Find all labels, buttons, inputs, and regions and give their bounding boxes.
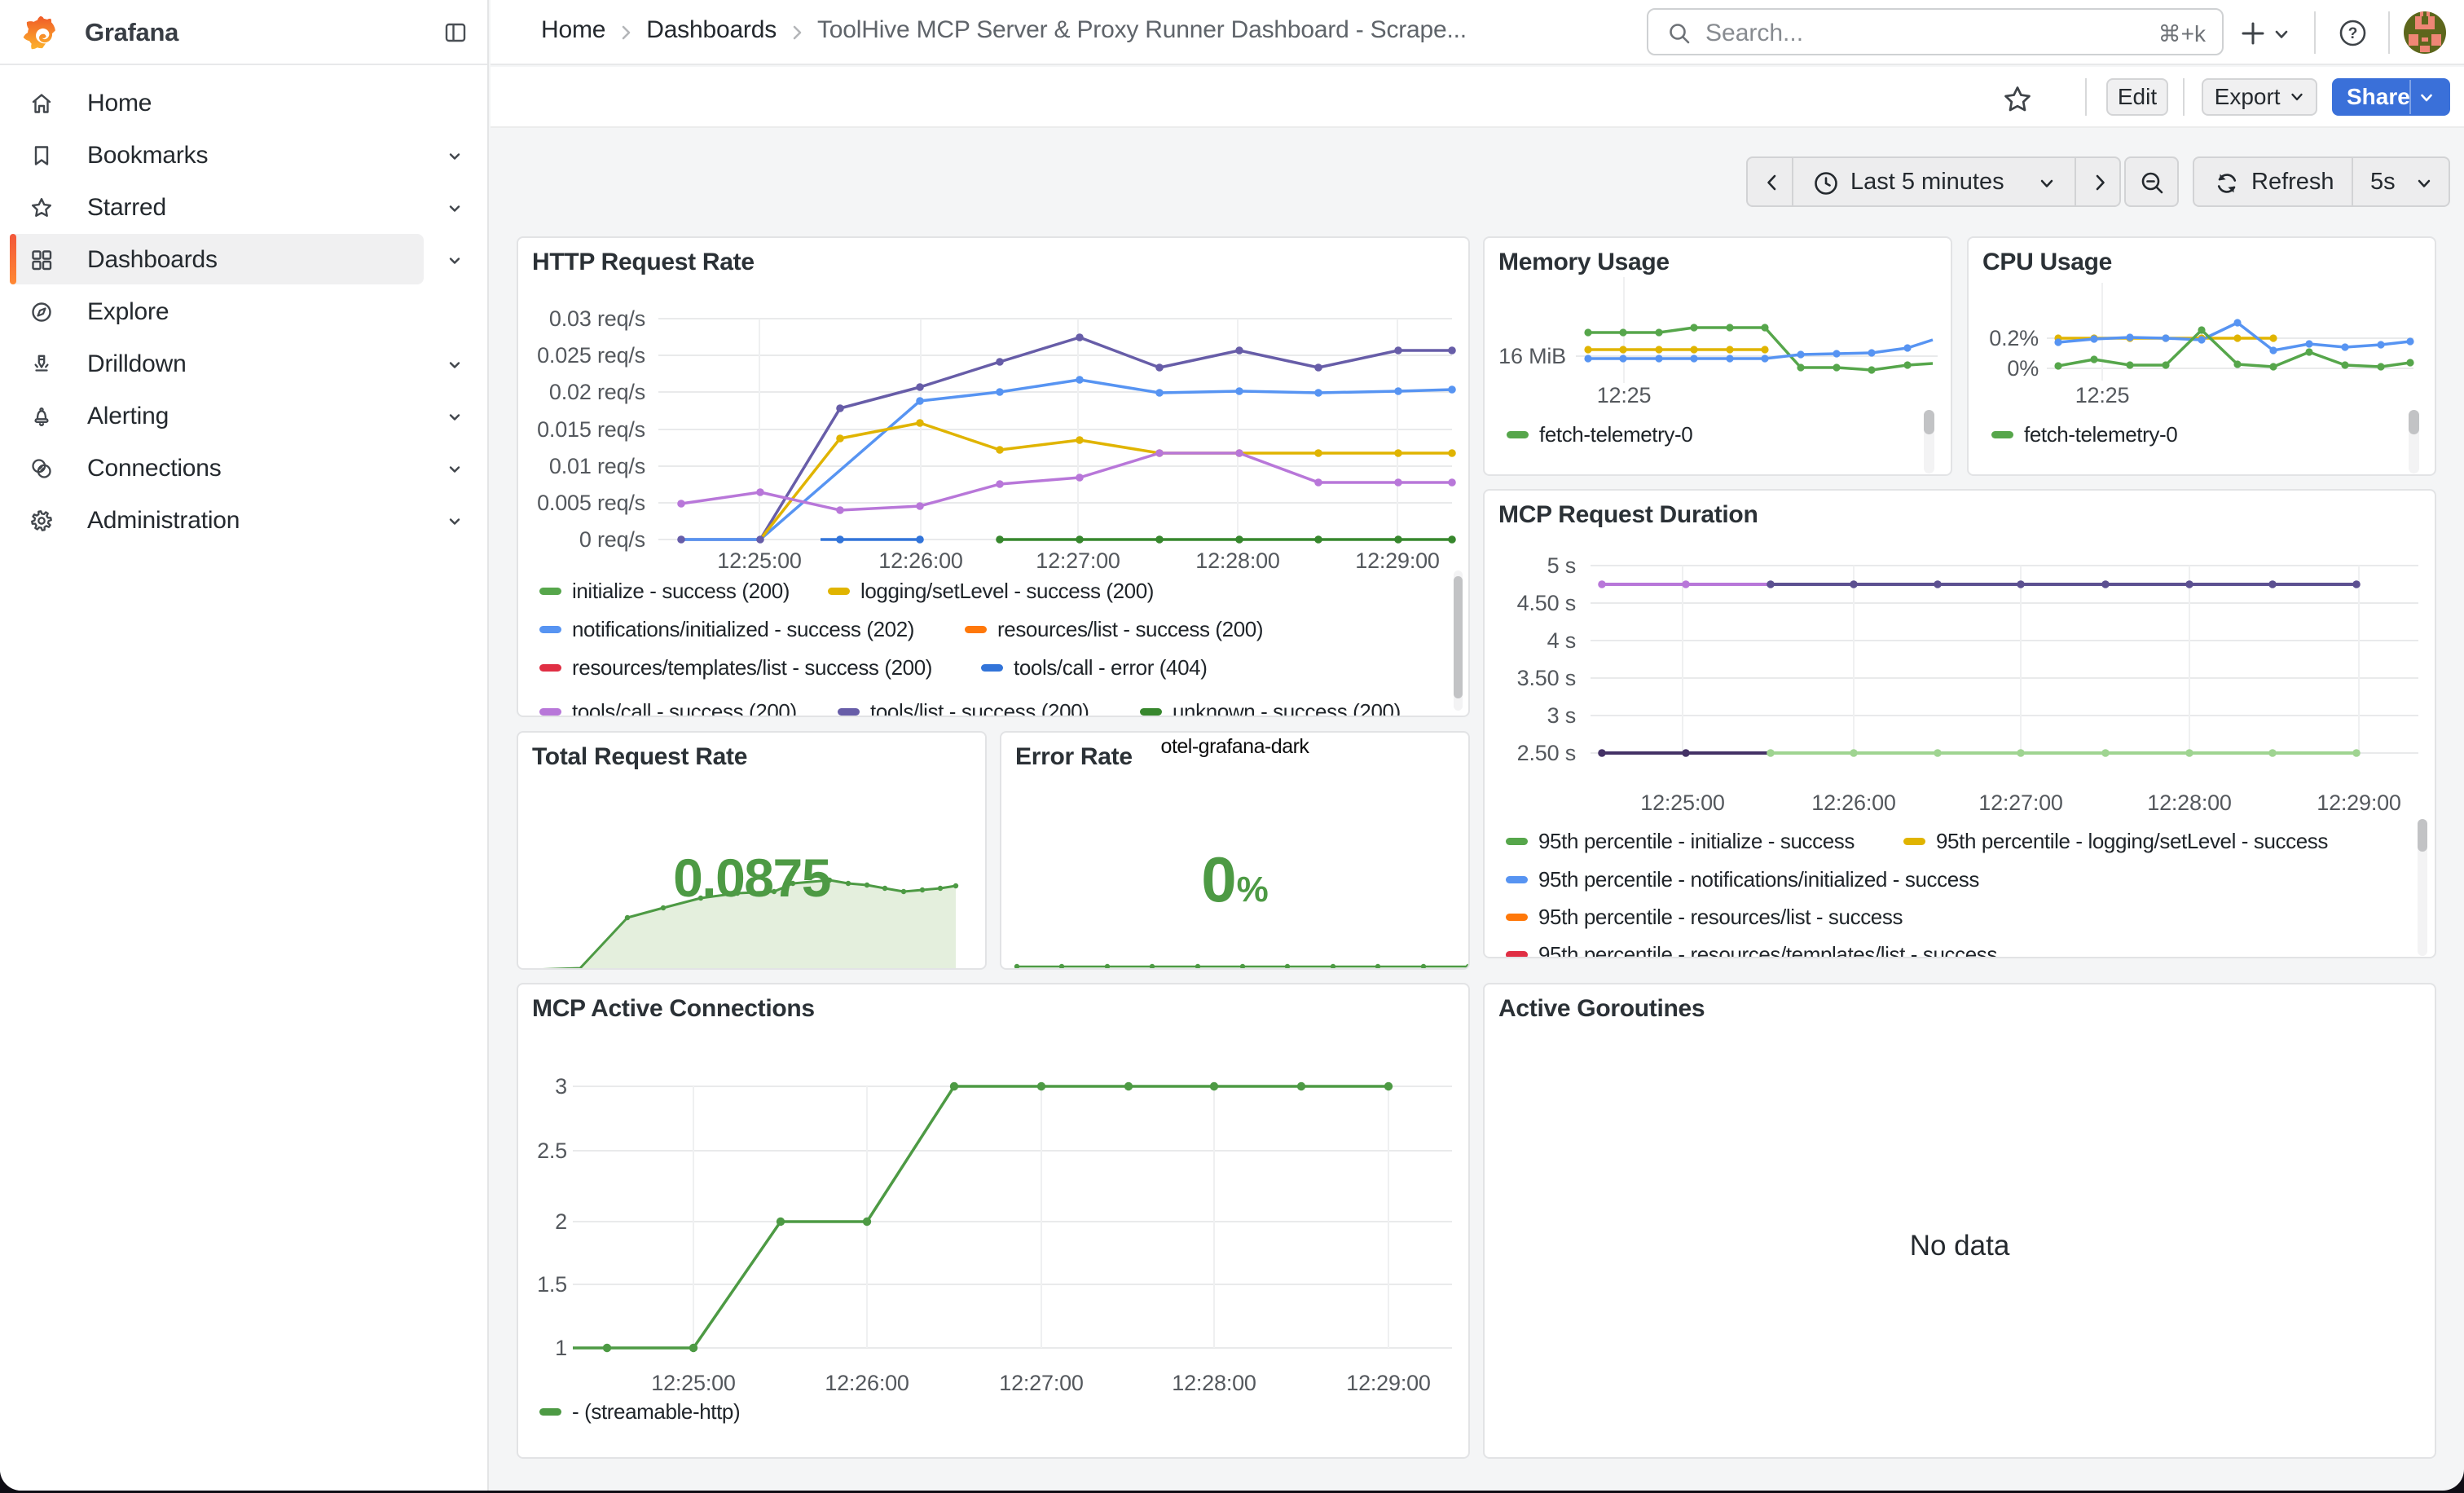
svg-text:3 s: 3 s bbox=[1547, 703, 1576, 728]
svg-text:16 MiB: 16 MiB bbox=[1498, 344, 1566, 368]
svg-text:0 req/s: 0 req/s bbox=[579, 527, 645, 552]
svg-text:12:25: 12:25 bbox=[2075, 383, 2130, 407]
svg-text:2.5: 2.5 bbox=[537, 1138, 567, 1163]
svg-text:12:27:00: 12:27:00 bbox=[999, 1371, 1084, 1395]
svg-text:12:27:00: 12:27:00 bbox=[1036, 548, 1120, 573]
svg-text:?: ? bbox=[2348, 25, 2358, 42]
svg-text:12:25:00: 12:25:00 bbox=[1640, 791, 1725, 815]
svg-text:5 s: 5 s bbox=[1547, 553, 1576, 578]
svg-text:0.01 req/s: 0.01 req/s bbox=[549, 454, 645, 478]
svg-text:12:29:00: 12:29:00 bbox=[2317, 791, 2401, 815]
svg-text:12:25:00: 12:25:00 bbox=[717, 548, 802, 573]
svg-text:12:28:00: 12:28:00 bbox=[1195, 548, 1280, 573]
svg-text:0.015 req/s: 0.015 req/s bbox=[537, 417, 645, 442]
svg-text:2: 2 bbox=[555, 1209, 567, 1234]
svg-text:2.50 s: 2.50 s bbox=[1517, 741, 1576, 765]
svg-text:12:26:00: 12:26:00 bbox=[825, 1371, 909, 1395]
svg-text:0.025 req/s: 0.025 req/s bbox=[537, 343, 645, 368]
svg-text:4.50 s: 4.50 s bbox=[1517, 591, 1576, 615]
svg-text:1.5: 1.5 bbox=[537, 1272, 567, 1297]
svg-text:12:28:00: 12:28:00 bbox=[2147, 791, 2232, 815]
svg-text:12:25: 12:25 bbox=[1597, 383, 1652, 407]
svg-text:12:29:00: 12:29:00 bbox=[1355, 548, 1440, 573]
svg-text:12:29:00: 12:29:00 bbox=[1346, 1371, 1431, 1395]
svg-text:12:27:00: 12:27:00 bbox=[1978, 791, 2063, 815]
svg-text:3: 3 bbox=[555, 1074, 567, 1099]
svg-text:0.005 req/s: 0.005 req/s bbox=[537, 491, 645, 515]
svg-text:3.50 s: 3.50 s bbox=[1517, 666, 1576, 690]
svg-text:12:26:00: 12:26:00 bbox=[878, 548, 963, 573]
svg-text:0%: 0% bbox=[2007, 356, 2039, 381]
svg-text:12:26:00: 12:26:00 bbox=[1811, 791, 1896, 815]
svg-text:0.02 req/s: 0.02 req/s bbox=[549, 380, 645, 404]
svg-text:12:25:00: 12:25:00 bbox=[651, 1371, 736, 1395]
svg-text:1: 1 bbox=[555, 1336, 567, 1360]
svg-text:0.03 req/s: 0.03 req/s bbox=[549, 306, 645, 331]
svg-text:0.2%: 0.2% bbox=[1989, 326, 2039, 350]
svg-text:12:28:00: 12:28:00 bbox=[1172, 1371, 1256, 1395]
svg-text:4 s: 4 s bbox=[1547, 628, 1576, 653]
